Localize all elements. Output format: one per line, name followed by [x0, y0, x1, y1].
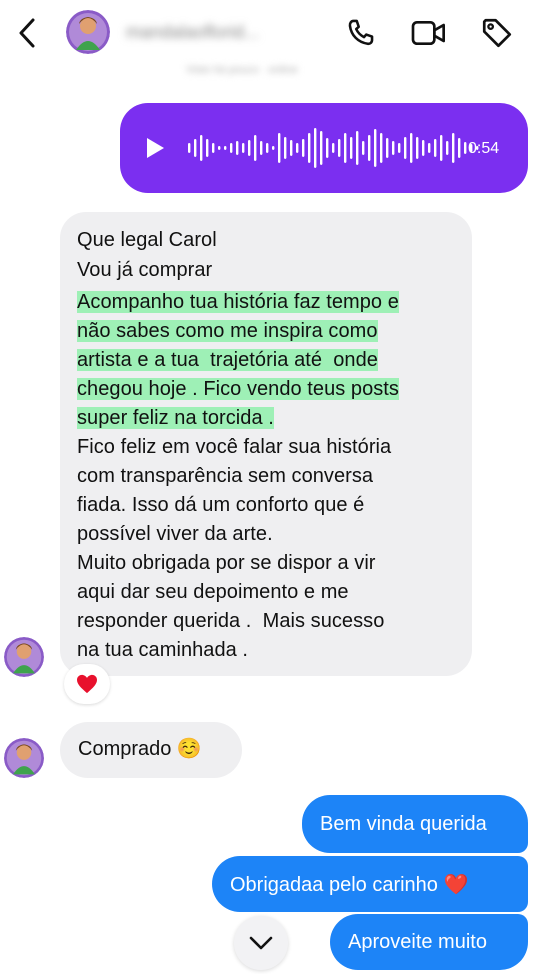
waveform-bar	[218, 146, 221, 150]
waveform-bar	[272, 146, 275, 150]
tag-button[interactable]	[478, 14, 516, 52]
waveform-bar	[230, 143, 233, 153]
waveform-bar	[356, 131, 359, 165]
waveform-bar	[434, 139, 437, 157]
waveform-bar	[452, 133, 455, 163]
waveform-bar	[332, 143, 335, 153]
back-button[interactable]	[10, 14, 44, 52]
message-line: Muito obrigada por se dispor a vir	[77, 552, 376, 574]
waveform-bar	[398, 143, 401, 153]
waveform-bar	[242, 143, 245, 153]
waveform-bar	[380, 133, 383, 163]
message-line: Que legal Carol	[77, 229, 217, 251]
message-line: super feliz na torcida .	[77, 407, 274, 429]
waveform-bar	[266, 143, 269, 153]
waveform-bar	[422, 140, 425, 156]
contact-status: Visto há pouco · online	[186, 64, 298, 76]
phone-icon	[348, 19, 374, 46]
chevron-left-icon	[19, 18, 35, 48]
waveform-bar	[290, 140, 293, 156]
waveform-bar	[308, 133, 311, 163]
waveform-bar	[458, 138, 461, 158]
contact-avatar[interactable]	[66, 10, 110, 54]
waveform-bar	[194, 139, 197, 157]
message-line: responder querida . Mais sucesso	[77, 610, 385, 632]
waveform-bar	[344, 133, 347, 163]
message-line: chegou hoje . Fico vendo teus posts	[77, 378, 399, 400]
waveform-bar	[284, 137, 287, 159]
waveform-bar	[302, 139, 305, 157]
contact-username[interactable]: mandalaoflorid...	[126, 22, 326, 44]
waveform-bar	[224, 146, 227, 150]
sender-avatar[interactable]	[4, 637, 44, 677]
waveform-bar	[386, 138, 389, 158]
call-button[interactable]	[342, 14, 380, 52]
waveform-bar	[374, 129, 377, 167]
message-reaction[interactable]	[64, 664, 110, 704]
waveform-bar	[236, 141, 239, 155]
sender-avatar[interactable]	[4, 738, 44, 778]
message-line: Vou já comprar	[77, 259, 213, 281]
voice-message-duration: 0:54	[468, 140, 500, 157]
waveform-bar	[404, 137, 407, 159]
chat-header: mandalaoflorid... Visto há pouco · onlin…	[0, 0, 539, 76]
waveform-bar	[410, 133, 413, 163]
waveform-bar	[278, 133, 281, 163]
heart-icon	[77, 674, 97, 694]
waveform-bar	[440, 135, 443, 161]
tag-icon	[482, 18, 512, 48]
waveform-bar	[368, 135, 371, 161]
waveform-bar	[320, 131, 323, 165]
waveform-bar	[446, 141, 449, 155]
outgoing-message[interactable]: Aproveite muito	[330, 914, 528, 970]
video-call-button[interactable]	[410, 14, 448, 52]
waveform-bar	[326, 138, 329, 158]
waveform-bar	[260, 141, 263, 155]
message-line: aqui dar seu depoimento e me	[77, 581, 349, 603]
video-camera-icon	[411, 21, 445, 45]
message-line: fiada. Isso dá um conforto que é	[77, 494, 365, 516]
incoming-message-short-text: Comprado ☺️	[78, 738, 202, 760]
message-line: Acompanho tua história faz tempo e	[77, 291, 399, 313]
message-line: na tua caminhada .	[77, 639, 249, 661]
outgoing-message[interactable]: Obrigadaa pelo carinho ❤️	[212, 856, 528, 912]
voice-message[interactable]	[120, 103, 528, 193]
waveform-bar	[350, 137, 353, 159]
waveform-bar	[248, 140, 251, 156]
waveform-bar	[428, 143, 431, 153]
message-line: possível viver da arte.	[77, 523, 273, 545]
message-line: com transparência sem conversa	[77, 465, 374, 487]
waveform-bar	[254, 135, 257, 161]
waveform-bar	[464, 142, 467, 154]
outgoing-message[interactable]: Bem vinda querida	[302, 795, 528, 853]
waveform-bar	[296, 143, 299, 153]
waveform-bar	[314, 128, 317, 168]
waveform-bar	[392, 141, 395, 155]
waveform-bar	[212, 143, 215, 153]
waveform-bar	[206, 139, 209, 157]
waveform-bar	[362, 141, 365, 155]
chevron-down-icon	[249, 936, 273, 950]
waveform-bar	[416, 137, 419, 159]
waveform-bar	[200, 135, 203, 161]
scroll-to-bottom-button[interactable]	[234, 916, 288, 970]
message-line: artista e a tua trajetória até onde	[77, 349, 378, 371]
message-line: não sabes como me inspira como	[77, 320, 378, 342]
play-icon[interactable]	[144, 136, 166, 160]
message-line: Fico feliz em você falar sua história	[77, 436, 392, 458]
waveform-bar	[188, 143, 191, 153]
waveform-bar	[338, 139, 341, 157]
